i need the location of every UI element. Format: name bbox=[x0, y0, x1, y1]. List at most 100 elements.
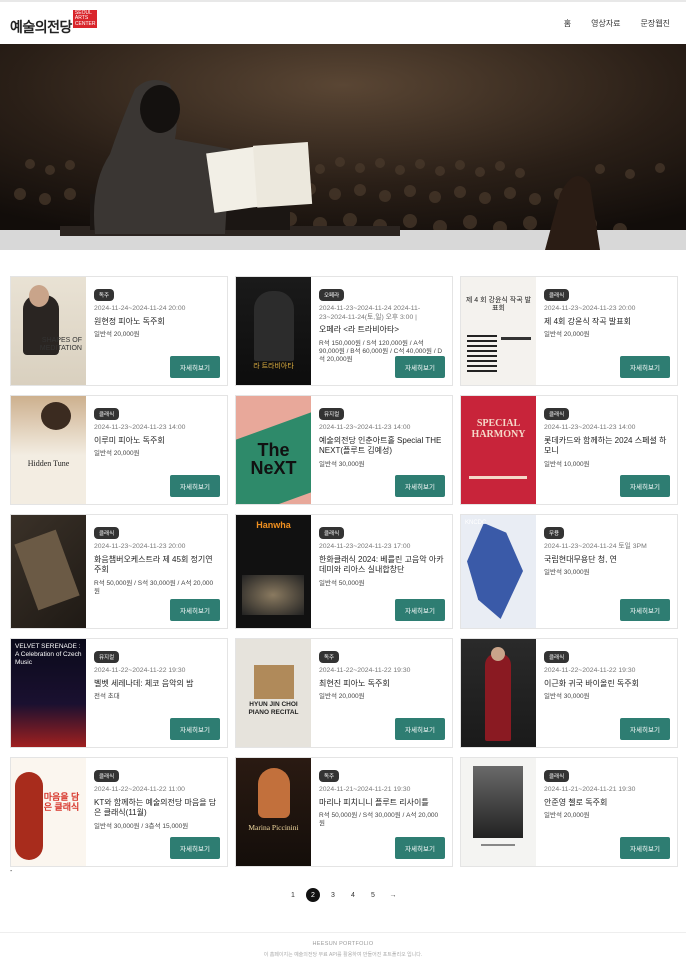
genre-badge: 오페라 bbox=[319, 289, 345, 301]
nav-webzine[interactable]: 문장웹진 bbox=[641, 18, 670, 29]
hero-banner-image bbox=[0, 44, 686, 250]
genre-badge: 독주 bbox=[94, 289, 115, 301]
genre-badge: 클래식 bbox=[94, 770, 120, 782]
concert-price: 일반석 30,000원 bbox=[319, 460, 365, 468]
concert-card[interactable]: 마음을 담은 클래식 클래식 2024-11-22~2024-11-22 11:… bbox=[10, 757, 228, 867]
detail-button[interactable]: 자세히보기 bbox=[170, 837, 220, 859]
concert-date: 2024-11-23~2024-11-23 14:00 bbox=[544, 424, 636, 431]
detail-button[interactable]: 자세히보기 bbox=[395, 356, 445, 378]
concert-price: 일반석 20,000원 bbox=[94, 450, 140, 457]
concert-title: 벨벳 세레나데: 체코 음악의 밤 bbox=[94, 678, 194, 688]
concert-date: 2024-11-23~2024-11-23 14:00 bbox=[94, 424, 186, 431]
genre-badge: 클래식 bbox=[544, 289, 570, 301]
genre-badge: 뮤지컬 bbox=[94, 651, 120, 663]
concert-card[interactable]: VELVET SERENADE : A Celebration of Czech… bbox=[10, 638, 228, 748]
genre-badge: 클래식 bbox=[319, 527, 345, 539]
detail-button[interactable]: 자세히보기 bbox=[170, 599, 220, 621]
concert-date: 2024-11-22~2024-11-22 19:30 bbox=[319, 667, 411, 674]
page-5[interactable]: 5 bbox=[366, 888, 380, 902]
detail-button[interactable]: 자세히보기 bbox=[395, 599, 445, 621]
concert-date: 2024-11-23~2024-11-24 토일 3PM bbox=[544, 543, 647, 550]
concert-poster: Hanwha bbox=[236, 515, 311, 628]
concert-date: 2024-11-22~2024-11-22 11:00 bbox=[94, 786, 185, 793]
concert-card[interactable]: Hidden Tune 클래식 2024-11-23~2024-11-23 14… bbox=[10, 395, 228, 505]
concert-card[interactable]: Marina Piccinini 독주 2024-11-21~2024-11-2… bbox=[235, 757, 453, 867]
concert-card[interactable]: The NeXT 뮤지컬 2024-11-23~2024-11-23 14:00… bbox=[235, 395, 453, 505]
detail-button[interactable]: 자세히보기 bbox=[620, 475, 670, 497]
concert-poster bbox=[11, 515, 86, 628]
concert-price: 일반석 30,000원 bbox=[544, 693, 590, 700]
concert-date: 2024-11-23~2024-11-24 2024-11-23~2024-11… bbox=[319, 305, 421, 321]
concert-card[interactable]: SPECIAL HARMONY 클래식 2024-11-23~2024-11-2… bbox=[460, 395, 678, 505]
nav-video[interactable]: 영상자료 bbox=[591, 18, 620, 29]
detail-button[interactable]: 자세히보기 bbox=[170, 718, 220, 740]
concert-poster: 제 4 회 강윤식 작곡 발표회 bbox=[461, 277, 536, 385]
concert-poster: KNCDC bbox=[461, 515, 536, 628]
concert-date: 2024-11-23~2024-11-23 20:00 bbox=[544, 305, 636, 312]
footer-name: HEESUN PORTFOLIO bbox=[312, 941, 374, 947]
genre-badge: 독주 bbox=[319, 651, 340, 663]
logo-badge: SEOUL ARTS CENTER bbox=[72, 9, 97, 29]
concert-price: 일반석 50,000원 bbox=[319, 579, 365, 587]
genre-badge: 무용 bbox=[544, 527, 565, 539]
concert-date: 2024-11-22~2024-11-22 19:30 bbox=[94, 667, 186, 674]
concert-title: 마리나 피치니니 플루트 리사이틀 bbox=[319, 797, 429, 807]
detail-button[interactable]: 자세히보기 bbox=[170, 475, 220, 497]
site-header: 예술의전당 SEOUL ARTS CENTER 홈 영상자료 문장웹진 bbox=[0, 2, 686, 44]
detail-button[interactable]: 자세히보기 bbox=[620, 356, 670, 378]
concert-title: 원현정 피아노 독주회 bbox=[94, 316, 165, 326]
concert-date: 2024-11-24~2024-11-24 20:00 bbox=[94, 305, 186, 312]
concert-price: R석 50,000원 / S석 30,000원 / A석 20,000원 bbox=[319, 812, 439, 827]
genre-badge: 클래식 bbox=[544, 770, 570, 782]
genre-badge: 클래식 bbox=[94, 408, 120, 420]
concert-card[interactable]: KNCDC 무용 2024-11-23~2024-11-24 토일 3PM 국립… bbox=[460, 514, 678, 629]
concert-poster bbox=[461, 639, 536, 747]
concert-price: 일반석 30,000원 bbox=[544, 569, 590, 576]
genre-badge: 클래식 bbox=[94, 527, 120, 539]
site-footer: HEESUN PORTFOLIO 이 홈페이지는 예술의전당 무료 API를 활… bbox=[0, 932, 686, 958]
detail-button[interactable]: 자세히보기 bbox=[620, 599, 670, 621]
concert-price: 일반석 20,000원 bbox=[544, 331, 590, 338]
concert-title: 오페라 <라 트라비아타> bbox=[319, 325, 400, 334]
concert-price: 일반석 20,000원 bbox=[544, 812, 590, 819]
detail-button[interactable]: 자세히보기 bbox=[395, 718, 445, 740]
concert-title: 화음챔버오케스트라 제 45회 정기연주회 bbox=[94, 554, 213, 575]
detail-button[interactable]: 자세히보기 bbox=[170, 356, 220, 378]
concert-card[interactable]: 클래식 2024-11-22~2024-11-22 19:30 이근화 귀국 바… bbox=[460, 638, 678, 748]
concert-date: 2024-11-21~2024-11-21 19:30 bbox=[319, 786, 411, 793]
detail-button[interactable]: 자세히보기 bbox=[395, 837, 445, 859]
nav-home[interactable]: 홈 bbox=[564, 18, 571, 29]
concert-card[interactable]: 클래식 2024-11-21~2024-11-21 19:30 안준영 첼로 독… bbox=[460, 757, 678, 867]
site-logo[interactable]: 예술의전당 SEOUL ARTS CENTER bbox=[10, 8, 97, 38]
detail-button[interactable]: 자세히보기 bbox=[395, 475, 445, 497]
concert-title: 이루미 피아노 독주회 bbox=[94, 435, 165, 445]
detail-button[interactable]: 자세히보기 bbox=[620, 718, 670, 740]
genre-badge: 클래식 bbox=[544, 651, 570, 663]
concert-title: 최현진 피아노 독주회 bbox=[319, 678, 390, 688]
concert-date: 2024-11-23~2024-11-23 14:00 bbox=[319, 424, 411, 431]
genre-badge: 클래식 bbox=[544, 408, 570, 420]
page-3[interactable]: 3 bbox=[326, 888, 340, 902]
main-nav: 홈 영상자료 문장웹진 bbox=[564, 18, 670, 29]
concert-card[interactable]: 라 트라비아타 오페라 2024-11-23~2024-11-24 2024-1… bbox=[235, 276, 453, 386]
concert-date: 2024-11-23~2024-11-23 17:00 bbox=[319, 543, 411, 550]
concert-poster: 라 트라비아타 bbox=[236, 277, 311, 385]
detail-button[interactable]: 자세히보기 bbox=[620, 837, 670, 859]
concert-price: R석 50,000원 / S석 30,000원 / A석 20,000원 bbox=[94, 579, 214, 595]
page-1[interactable]: 1 bbox=[286, 888, 300, 902]
concert-title: 롯데카드와 함께하는 2024 스페셜 하모니 bbox=[544, 435, 667, 456]
concert-card[interactable]: HYUN JIN CHOI PIANO RECITAL 독주 2024-11-2… bbox=[235, 638, 453, 748]
concert-poster: Hidden Tune bbox=[11, 396, 86, 504]
concert-card[interactable]: SHAPES OF MEDITATION 독주 2024-11-24~2024-… bbox=[10, 276, 228, 386]
concert-card[interactable]: 클래식 2024-11-23~2024-11-23 20:00 화음챔버오케스트… bbox=[10, 514, 228, 629]
page-2-current[interactable]: 2 bbox=[306, 888, 320, 902]
concert-card[interactable]: Hanwha 클래식 2024-11-23~2024-11-23 17:00 한… bbox=[235, 514, 453, 629]
genre-badge: 독주 bbox=[319, 770, 340, 782]
concert-card[interactable]: 제 4 회 강윤식 작곡 발표회 클래식 2024-11-23~2024-11-… bbox=[460, 276, 678, 386]
concert-title: KT와 함께하는 예술의전당 마음을 담은 클래식(11월) bbox=[94, 797, 217, 818]
next-arrow-icon[interactable]: → bbox=[386, 888, 400, 902]
concert-title: 예술의전당 인춘아트홀 Special THE NEXT(플루트 김예성) bbox=[319, 435, 442, 456]
page-4[interactable]: 4 bbox=[346, 888, 360, 902]
pagination: 1 2 3 4 5 → bbox=[0, 888, 686, 902]
genre-badge: 뮤지컬 bbox=[319, 408, 345, 420]
